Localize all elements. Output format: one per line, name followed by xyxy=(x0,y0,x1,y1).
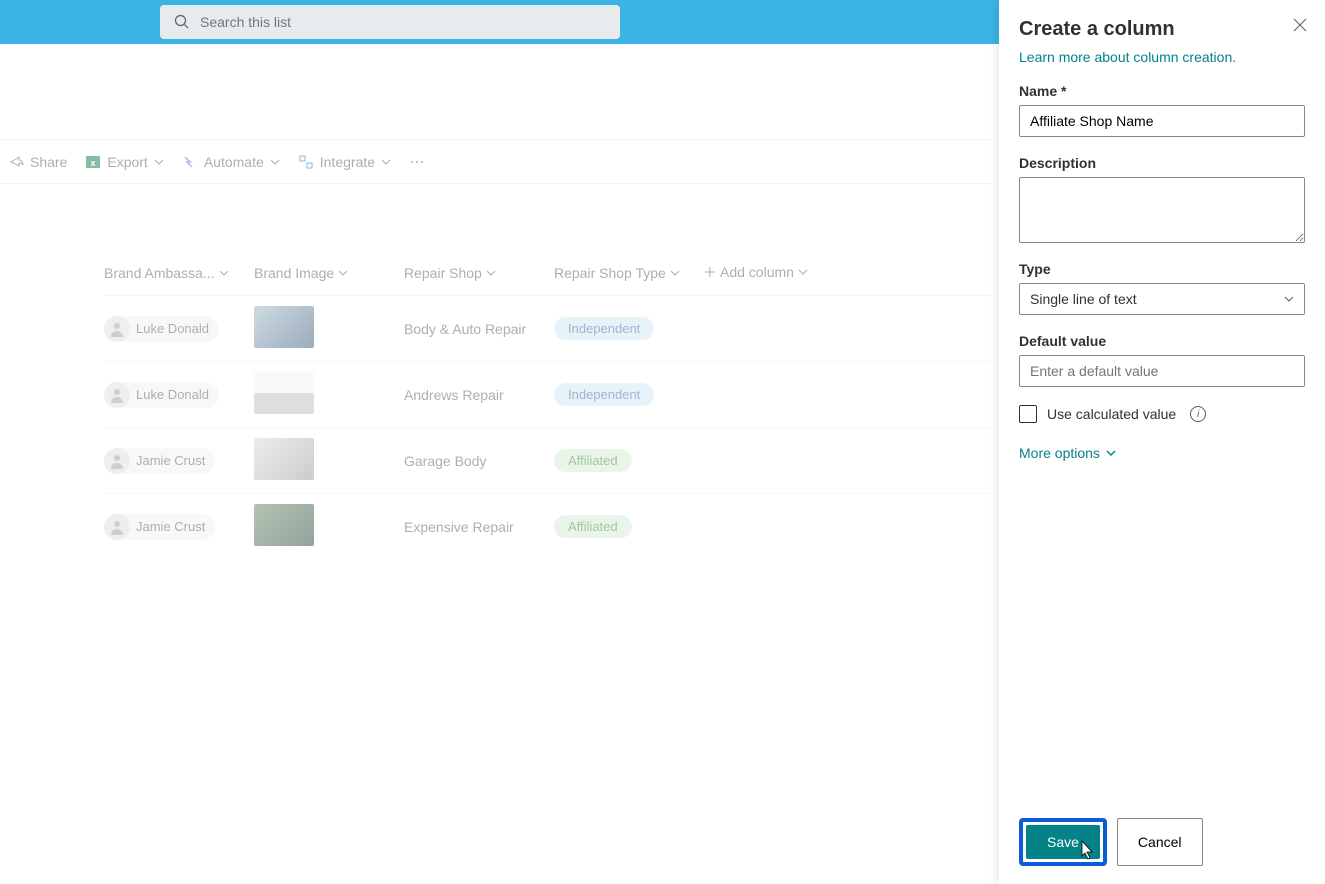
panel-title: Create a column xyxy=(1019,18,1305,41)
panel-footer: Save Cancel xyxy=(1019,818,1305,866)
default-value-input[interactable] xyxy=(1019,355,1305,387)
command-bar: Share x Export Automate Integrate xyxy=(0,140,995,184)
excel-icon: x xyxy=(85,154,101,170)
chevron-down-icon xyxy=(486,268,496,278)
save-highlight: Save xyxy=(1019,818,1107,866)
col-header-ambassador[interactable]: Brand Ambassa... xyxy=(104,265,229,281)
ellipsis-icon xyxy=(409,154,425,170)
cursor-icon xyxy=(1079,840,1097,862)
add-column-label: Add column xyxy=(720,264,794,280)
col-header-shop[interactable]: Repair Shop xyxy=(404,265,496,281)
brand-image-thumb[interactable] xyxy=(254,438,314,480)
repair-shop-cell: Garage Body xyxy=(404,428,554,494)
chevron-down-icon xyxy=(670,268,680,278)
avatar-icon xyxy=(104,448,130,474)
close-icon xyxy=(1293,18,1307,32)
person-chip[interactable]: Jamie Crust xyxy=(104,448,215,474)
col-header-label: Repair Shop Type xyxy=(554,265,666,281)
avatar-icon xyxy=(104,514,130,540)
close-button[interactable] xyxy=(1293,18,1307,35)
col-header-label: Brand Image xyxy=(254,265,334,281)
chevron-down-icon xyxy=(798,267,808,277)
person-name: Jamie Crust xyxy=(136,453,205,468)
search-icon xyxy=(174,14,190,30)
avatar-icon xyxy=(104,382,130,408)
more-options-label: More options xyxy=(1019,445,1100,461)
search-input[interactable] xyxy=(200,14,606,30)
person-chip[interactable]: Luke Donald xyxy=(104,382,219,408)
chevron-down-icon xyxy=(1284,294,1294,304)
table-row[interactable]: Luke Donald Andrews RepairIndependent xyxy=(104,362,995,428)
automate-label: Automate xyxy=(204,154,264,170)
person-name: Luke Donald xyxy=(136,387,209,402)
col-header-image[interactable]: Brand Image xyxy=(254,265,348,281)
col-header-shoptype[interactable]: Repair Shop Type xyxy=(554,265,680,281)
cancel-label: Cancel xyxy=(1138,834,1182,850)
integrate-button[interactable]: Integrate xyxy=(298,154,391,170)
shop-type-pill: Independent xyxy=(554,383,654,406)
learn-more-link[interactable]: Learn more about column creation. xyxy=(1019,49,1305,65)
default-value-label: Default value xyxy=(1019,333,1305,349)
shop-type-pill: Affiliated xyxy=(554,449,632,472)
person-name: Luke Donald xyxy=(136,321,209,336)
table-row[interactable]: Jamie Crust Garage BodyAffiliated xyxy=(104,428,995,494)
save-label: Save xyxy=(1047,834,1079,850)
cancel-button[interactable]: Cancel xyxy=(1117,818,1203,866)
export-label: Export xyxy=(107,154,147,170)
chevron-down-icon xyxy=(338,268,348,278)
calculated-value-checkbox[interactable]: Use calculated value i xyxy=(1019,405,1305,423)
chevron-down-icon xyxy=(219,268,229,278)
type-select-value: Single line of text xyxy=(1030,291,1137,307)
automate-icon xyxy=(182,154,198,170)
add-column-button[interactable]: Add column xyxy=(704,264,808,280)
col-header-label: Repair Shop xyxy=(404,265,482,281)
name-label: Name * xyxy=(1019,83,1305,99)
create-column-panel: Create a column Learn more about column … xyxy=(999,0,1325,884)
search-box[interactable] xyxy=(160,5,620,39)
description-input[interactable] xyxy=(1019,177,1305,243)
list-table: Brand Ambassa... Brand Image Repair Shop… xyxy=(104,256,995,559)
repair-shop-cell: Expensive Repair xyxy=(404,494,554,560)
integrate-label: Integrate xyxy=(320,154,375,170)
repair-shop-cell: Andrews Repair xyxy=(404,362,554,428)
person-name: Jamie Crust xyxy=(136,519,205,534)
avatar-icon xyxy=(104,316,130,342)
table-row[interactable]: Jamie Crust Expensive RepairAffiliated xyxy=(104,494,995,560)
main-content: Share x Export Automate Integrate Brand … xyxy=(0,44,995,884)
calculated-value-label: Use calculated value xyxy=(1047,406,1176,422)
more-options-toggle[interactable]: More options xyxy=(1019,445,1305,461)
chevron-down-icon xyxy=(154,157,164,167)
export-button[interactable]: x Export xyxy=(85,154,163,170)
integrate-icon xyxy=(298,154,314,170)
chevron-down-icon xyxy=(381,157,391,167)
shop-type-pill: Independent xyxy=(554,317,654,340)
brand-image-thumb[interactable] xyxy=(254,372,314,414)
automate-button[interactable]: Automate xyxy=(182,154,280,170)
person-chip[interactable]: Luke Donald xyxy=(104,316,219,342)
plus-icon xyxy=(704,266,716,278)
svg-text:x: x xyxy=(91,158,96,168)
table-row[interactable]: Luke Donald Body & Auto RepairIndependent xyxy=(104,296,995,362)
type-label: Type xyxy=(1019,261,1305,277)
share-label: Share xyxy=(30,154,67,170)
chevron-down-icon xyxy=(1106,448,1116,458)
save-button[interactable]: Save xyxy=(1026,825,1100,859)
brand-image-thumb[interactable] xyxy=(254,504,314,546)
info-icon[interactable]: i xyxy=(1190,406,1206,422)
person-chip[interactable]: Jamie Crust xyxy=(104,514,215,540)
brand-image-thumb[interactable] xyxy=(254,306,314,348)
checkbox-box xyxy=(1019,405,1037,423)
type-select[interactable]: Single line of text xyxy=(1019,283,1305,315)
shop-type-pill: Affiliated xyxy=(554,515,632,538)
name-input[interactable] xyxy=(1019,105,1305,137)
share-button[interactable]: Share xyxy=(8,154,67,170)
share-icon xyxy=(8,154,24,170)
col-header-label: Brand Ambassa... xyxy=(104,265,215,281)
more-button[interactable] xyxy=(409,154,425,170)
description-label: Description xyxy=(1019,155,1305,171)
chevron-down-icon xyxy=(270,157,280,167)
repair-shop-cell: Body & Auto Repair xyxy=(404,296,554,362)
